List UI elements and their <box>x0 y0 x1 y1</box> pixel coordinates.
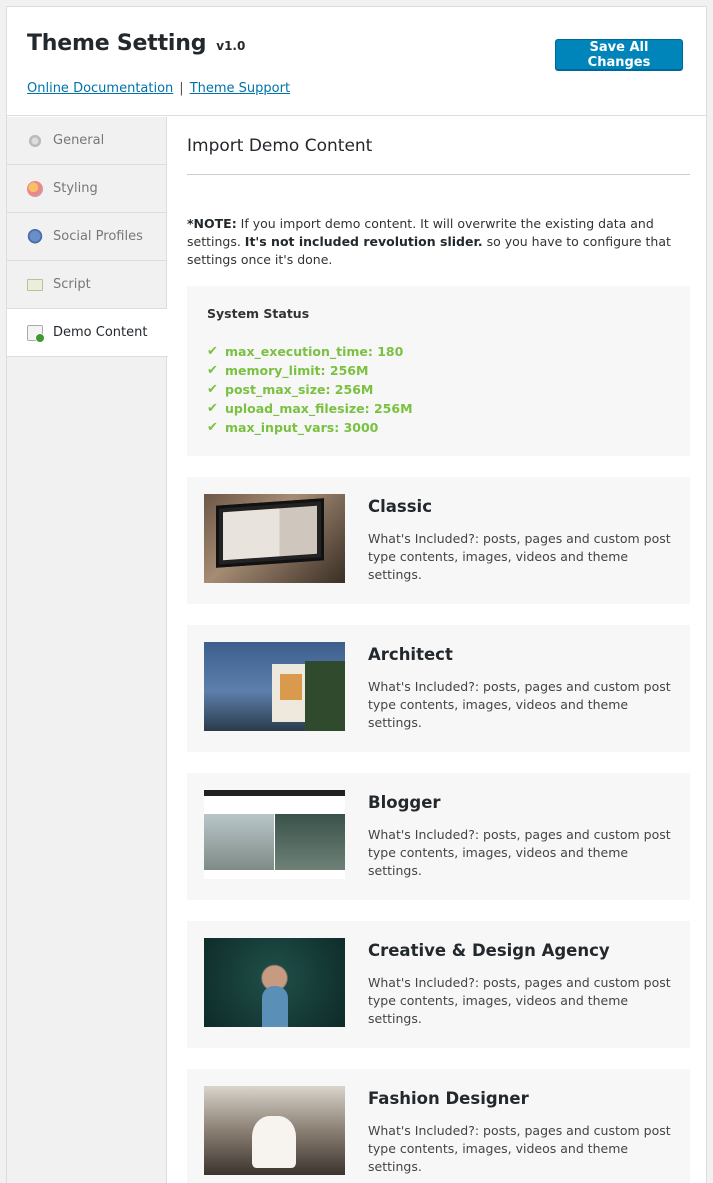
sidebar-item-label: Social Profiles <box>53 229 143 244</box>
theme-settings-panel: Theme Setting v1.0 Online Documentation |… <box>6 6 707 1183</box>
demo-info: Fashion Designer What's Included?: posts… <box>368 1089 678 1176</box>
header-links: Online Documentation | Theme Support <box>27 81 290 96</box>
sidebar-item-styling[interactable]: Styling <box>7 165 166 213</box>
demo-info: Creative & Design Agency What's Included… <box>368 941 678 1028</box>
demo-card-classic[interactable]: Classic What's Included?: posts, pages a… <box>187 477 690 604</box>
sidebar-item-label: Demo Content <box>53 325 148 340</box>
demo-name: Fashion Designer <box>368 1089 529 1108</box>
demo-thumbnail[interactable] <box>204 790 345 879</box>
status-item: ✔ upload_max_filesize: 256M <box>207 399 670 418</box>
settings-sidebar: General Styling Social Profiles Script D… <box>7 117 168 1183</box>
demo-card-creative-design-agency[interactable]: Creative & Design Agency What's Included… <box>187 921 690 1048</box>
demo-card-blogger[interactable]: Blogger What's Included?: posts, pages a… <box>187 773 690 900</box>
status-text: upload_max_filesize: 256M <box>225 401 413 416</box>
link-separator: | <box>179 81 184 96</box>
social-icon <box>27 228 43 245</box>
version-label: v1.0 <box>216 39 246 53</box>
system-status-box: System Status ✔ max_execution_time: 180 ✔… <box>187 286 690 456</box>
demo-description: What's Included?: posts, pages and custo… <box>368 531 671 582</box>
theme-support-link[interactable]: Theme Support <box>190 81 290 96</box>
sidebar-item-general[interactable]: General <box>7 117 166 165</box>
demo-thumbnail[interactable] <box>204 1086 345 1175</box>
demo-thumbnail[interactable] <box>204 938 345 1027</box>
sidebar-item-social-profiles[interactable]: Social Profiles <box>7 213 166 261</box>
status-item: ✔ post_max_size: 256M <box>207 380 670 399</box>
page-title: Theme Setting <box>27 31 207 56</box>
status-text: max_input_vars: 3000 <box>225 420 379 435</box>
sidebar-item-script[interactable]: Script <box>7 261 166 309</box>
demo-description: What's Included?: posts, pages and custo… <box>368 1123 671 1174</box>
sidebar-item-label: General <box>53 133 105 148</box>
demo-info: Classic What's Included?: posts, pages a… <box>368 497 678 584</box>
demo-info: Architect What's Included?: posts, pages… <box>368 645 678 732</box>
demo-card-architect[interactable]: Architect What's Included?: posts, pages… <box>187 625 690 752</box>
title-row: Theme Setting v1.0 <box>27 31 245 56</box>
note-warning: It's not included revolution slider. <box>244 234 483 249</box>
system-status-title: System Status <box>207 306 310 321</box>
status-text: post_max_size: 256M <box>225 382 374 397</box>
demo-description: What's Included?: posts, pages and custo… <box>368 975 671 1026</box>
status-item: ✔ max_execution_time: 180 <box>207 342 670 361</box>
check-icon: ✔ <box>207 363 218 378</box>
demo-name: Creative & Design Agency <box>368 941 610 960</box>
status-item: ✔ memory_limit: 256M <box>207 361 670 380</box>
demo-name: Architect <box>368 645 453 664</box>
settings-body: General Styling Social Profiles Script D… <box>7 117 706 1183</box>
import-note: *NOTE: If you import demo content. It wi… <box>187 215 690 269</box>
section-title: Import Demo Content <box>187 117 690 175</box>
check-icon: ✔ <box>207 420 218 435</box>
status-text: memory_limit: 256M <box>225 363 369 378</box>
check-icon: ✔ <box>207 382 218 397</box>
palette-icon <box>27 180 43 197</box>
demo-description: What's Included?: posts, pages and custo… <box>368 827 671 878</box>
demo-thumbnail[interactable] <box>204 494 345 583</box>
status-item: ✔ max_input_vars: 3000 <box>207 418 670 437</box>
check-icon: ✔ <box>207 401 218 416</box>
status-text: max_execution_time: 180 <box>225 344 404 359</box>
online-documentation-link[interactable]: Online Documentation <box>27 81 173 96</box>
demo-card-fashion-designer[interactable]: Fashion Designer What's Included?: posts… <box>187 1069 690 1183</box>
demo-name: Blogger <box>368 793 441 812</box>
demo-description: What's Included?: posts, pages and custo… <box>368 679 671 730</box>
gear-icon <box>27 132 43 149</box>
check-icon: ✔ <box>207 344 218 359</box>
sidebar-item-label: Styling <box>53 181 98 196</box>
demo-content-icon <box>27 324 45 343</box>
sidebar-item-label: Script <box>53 277 91 292</box>
script-icon <box>27 278 43 291</box>
demo-info: Blogger What's Included?: posts, pages a… <box>368 793 678 880</box>
settings-header: Theme Setting v1.0 Online Documentation |… <box>7 7 706 116</box>
sidebar-item-demo-content[interactable]: Demo Content <box>7 309 168 357</box>
note-label: *NOTE: <box>187 216 237 231</box>
main-content: Import Demo Content *NOTE: If you import… <box>167 117 706 1183</box>
demo-thumbnail[interactable] <box>204 642 345 731</box>
save-all-changes-button[interactable]: Save All Changes <box>555 39 683 70</box>
demo-name: Classic <box>368 497 432 516</box>
